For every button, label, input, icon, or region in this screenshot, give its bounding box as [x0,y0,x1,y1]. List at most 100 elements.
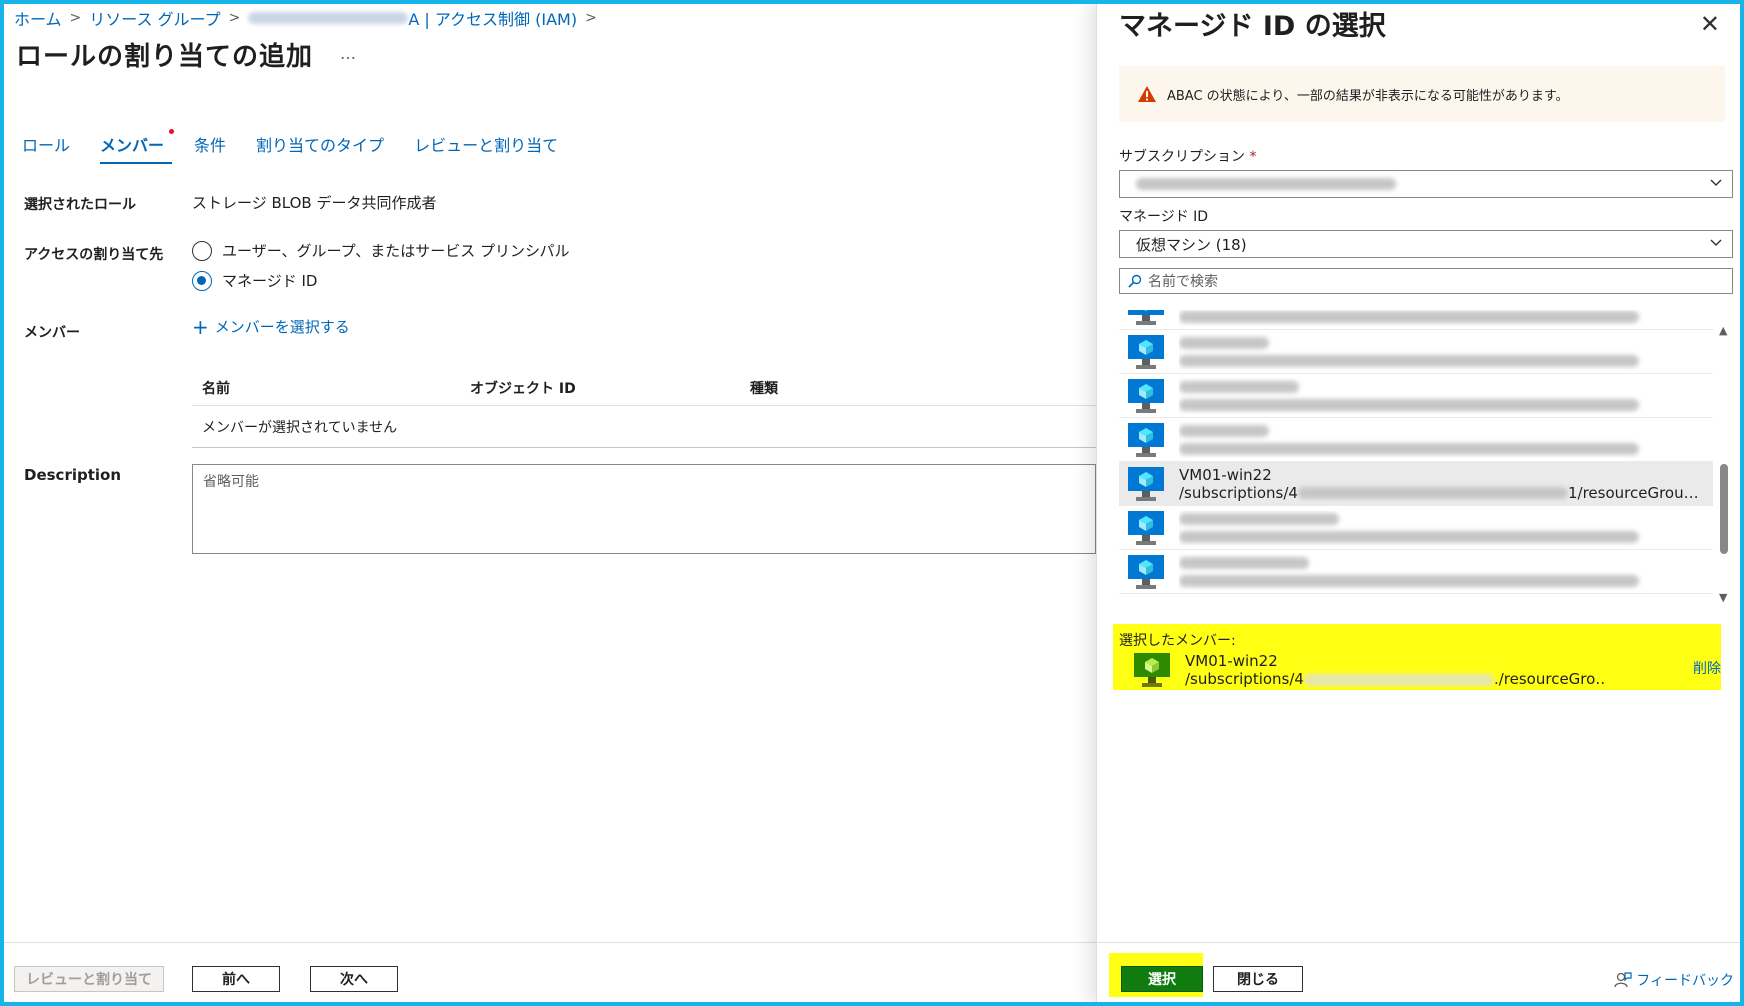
managed-id-type-dropdown[interactable]: 仮想マシン (18) [1119,230,1733,258]
required-dot-icon [169,129,175,134]
vm-list-item[interactable] [1119,374,1713,418]
table-empty-message: メンバーが選択されていません [192,406,1096,448]
tab-conditions[interactable]: 条件 [194,132,226,162]
footer-divider [0,942,1096,943]
vm-list-item[interactable] [1119,330,1713,374]
vm-item-text [1179,310,1699,326]
selected-member-text: VM01-win22 /subscriptions/4 ./resourceGro… [1185,652,1605,688]
column-name: 名前 [202,380,230,397]
page-title: ロールの割り当ての追加 [16,42,314,72]
virtual-machine-icon [1128,310,1164,325]
breadcrumb-iam[interactable]: A | アクセス制御 (IAM) [408,6,577,30]
close-button[interactable]: 閉じる [1213,966,1303,992]
breadcrumb: ホーム > リソース グループ > A | アクセス制御 (IAM) > [14,6,605,30]
radio-checked-icon [192,270,212,291]
breadcrumb-separator-icon: > [228,10,241,26]
tab-review-assign-label: レビューと割り当て [414,136,559,155]
virtual-machine-icon [1128,466,1164,501]
members-table: 名前 オブジェクト ID 種類 メンバーが選択されていません [192,370,1096,448]
radio-managed-id-label: マネージド ID [222,272,318,290]
vm-list-scrollbar[interactable]: ▲ ▼ [1717,324,1731,604]
tab-assignment-type[interactable]: 割り当てのタイプ [256,132,384,162]
search-icon [1128,274,1142,288]
required-mark: * [1249,149,1257,165]
select-members-label: メンバーを選択する [214,318,350,336]
select-button[interactable]: 選択 [1121,966,1203,992]
tab-role-label: ロール [22,136,71,155]
tab-conditions-label: 条件 [194,136,227,155]
redacted-subscription-id [1303,673,1494,686]
search-placeholder: 名前で検索 [1148,274,1218,290]
vm-item-text: VM01-win22 /subscriptions/4 1/resourceGro… [1179,466,1699,502]
feedback-link[interactable]: フィードバック [1614,970,1734,990]
managed-id-label: マネージド ID [1119,209,1209,225]
vm-item-text [1179,334,1699,370]
description-label: Description [24,466,122,484]
vm-list-item-selected[interactable]: VM01-win22 /subscriptions/4 1/resourceGro… [1119,462,1713,506]
chevron-down-icon [1710,239,1722,246]
tab-role[interactable]: ロール [22,132,70,162]
remove-member-link[interactable]: 削除 [1693,658,1721,678]
redacted-subscription-id [1297,487,1568,499]
breadcrumb-home[interactable]: ホーム [14,6,62,30]
plus-icon: + [192,314,209,339]
description-placeholder: 省略可能 [203,474,259,490]
selected-role-value: ストレージ BLOB データ共同作成者 [192,194,437,212]
select-managed-identity-panel: マネージド ID の選択 ✕ ABAC の状態により、一部の結果が非表示になる可… [1096,0,1744,1006]
vm-list-item[interactable] [1119,418,1713,462]
description-input[interactable]: 省略可能 [192,464,1096,554]
warning-icon [1138,86,1156,102]
wizard-tabs: ロール メンバー 条件 割り当てのタイプ レビューと割り当て [22,129,588,164]
panel-footer-divider [1097,942,1744,943]
tab-review-assign[interactable]: レビューと割り当て [414,132,558,162]
vm-item-text [1179,378,1699,414]
vm-list-item[interactable] [1119,506,1713,550]
subscription-dropdown[interactable] [1119,170,1733,198]
abac-warning-banner: ABAC の状態により、一部の結果が非表示になる可能性があります。 [1119,66,1725,122]
column-type: 種類 [750,380,778,397]
search-input[interactable]: 名前で検索 [1119,268,1733,294]
chevron-down-icon [1710,179,1722,186]
radio-user-group-sp[interactable]: ユーザー、グループ、またはサービス プリンシパル [192,240,570,261]
subscription-label: サブスクリプション * [1119,146,1256,166]
virtual-machine-icon [1128,510,1164,545]
radio-user-group-sp-label: ユーザー、グループ、またはサービス プリンシパル [222,242,570,260]
vm-item-name: VM01-win22 [1179,465,1272,484]
radio-unchecked-icon [192,240,212,261]
redacted-subscription [1136,178,1396,190]
virtual-machine-icon [1128,334,1164,369]
selected-member-path-prefix: /subscriptions/4 [1185,670,1304,688]
scroll-down-icon[interactable]: ▼ [1719,591,1727,604]
select-members-link[interactable]: + メンバーを選択する [192,316,350,337]
close-icon[interactable]: ✕ [1700,10,1720,38]
access-assign-label: アクセスの割り当て先 [24,247,164,263]
managed-id-type-value: 仮想マシン (18) [1136,235,1247,254]
tab-assignment-type-label: 割り当てのタイプ [256,136,385,155]
previous-button[interactable]: 前へ [192,966,280,992]
selected-members-header: 選択したメンバー: [1119,633,1236,649]
virtual-machine-icon [1128,378,1164,413]
scroll-up-icon[interactable]: ▲ [1719,324,1727,337]
vm-list: VM01-win22 /subscriptions/4 1/resourceGro… [1119,310,1713,614]
selected-member-item: VM01-win22 /subscriptions/4 ./resourceGro… [1119,652,1715,688]
review-assign-button[interactable]: レビューと割り当て [14,966,164,992]
selected-member-name: VM01-win22 [1185,652,1278,670]
vm-item-text [1179,510,1699,546]
subscription-label-text: サブスクリプション [1119,149,1245,165]
vm-item-text [1179,422,1699,458]
feedback-icon [1614,972,1632,988]
selected-role-label: 選択されたロール [24,197,136,213]
more-options-button[interactable]: … [340,44,356,63]
radio-managed-id[interactable]: マネージド ID [192,270,317,291]
next-button[interactable]: 次へ [310,966,398,992]
vm-item-path-suffix: 1/resourceGrou… [1567,483,1699,502]
tab-members[interactable]: メンバー [100,129,175,164]
members-label: メンバー [24,325,80,341]
vm-item-path-prefix: /subscriptions/4 [1179,483,1298,502]
vm-list-item[interactable] [1119,550,1713,594]
breadcrumb-resource-groups[interactable]: リソース グループ [89,6,220,30]
scrollbar-thumb[interactable] [1720,464,1728,554]
vm-list-item[interactable] [1119,310,1713,330]
column-object-id: オブジェクト ID [470,380,576,397]
table-header: 名前 オブジェクト ID 種類 [192,370,1096,406]
